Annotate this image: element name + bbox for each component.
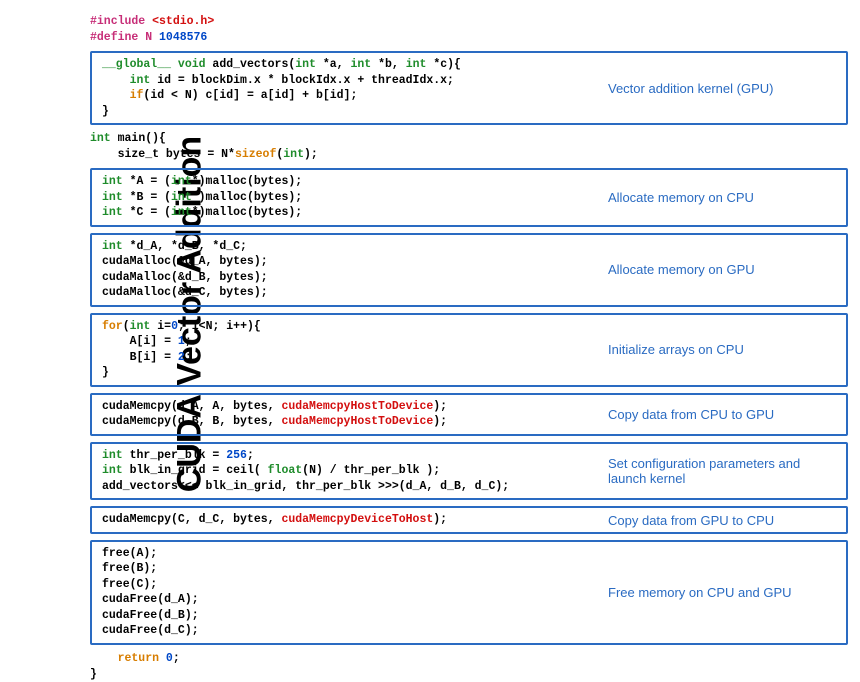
- main-close: }: [90, 667, 848, 682]
- launch-block: int thr_per_blk = 256; int blk_in_grid =…: [90, 442, 848, 501]
- include-line: #include <stdio.h>: [90, 14, 848, 30]
- free-block: free(A); free(B); free(C); cudaFree(d_A)…: [90, 540, 848, 645]
- copy-h2d-label: Copy data from CPU to GPU: [604, 407, 846, 422]
- main-sig: int main(){: [90, 131, 848, 147]
- define-line: #define N 1048576: [90, 30, 848, 46]
- copy-h2d-block: cudaMemcpy(d_A, A, bytes, cudaMemcpyHost…: [90, 393, 848, 436]
- init-cpu-label: Initialize arrays on CPU: [604, 342, 846, 357]
- launch-label: Set configuration parameters and launch …: [604, 456, 846, 486]
- free-label: Free memory on CPU and GPU: [604, 585, 846, 600]
- code-listing: #include <stdio.h> #define N 1048576 __g…: [90, 14, 848, 682]
- kernel-label: Vector addition kernel (GPU): [604, 81, 846, 96]
- copy-d2h-block: cudaMemcpy(C, d_C, bytes, cudaMemcpyDevi…: [90, 506, 848, 534]
- bytes-line: size_t bytes = N*sizeof(int);: [90, 147, 848, 163]
- copy-d2h-label: Copy data from GPU to CPU: [604, 513, 846, 528]
- alloc-gpu-block: int *d_A, *d_B, *d_C; cudaMalloc(&d_A, b…: [90, 233, 848, 307]
- kernel-block: __global__ void add_vectors(int *a, int …: [90, 51, 848, 125]
- init-cpu-block: for(int i=0; i<N; i++){ A[i] = 1; B[i] =…: [90, 313, 848, 387]
- return-line: return 0;: [90, 651, 848, 667]
- alloc-cpu-label: Allocate memory on CPU: [604, 190, 846, 205]
- alloc-gpu-label: Allocate memory on GPU: [604, 262, 846, 277]
- alloc-cpu-block: int *A = (int*)malloc(bytes); int *B = (…: [90, 168, 848, 227]
